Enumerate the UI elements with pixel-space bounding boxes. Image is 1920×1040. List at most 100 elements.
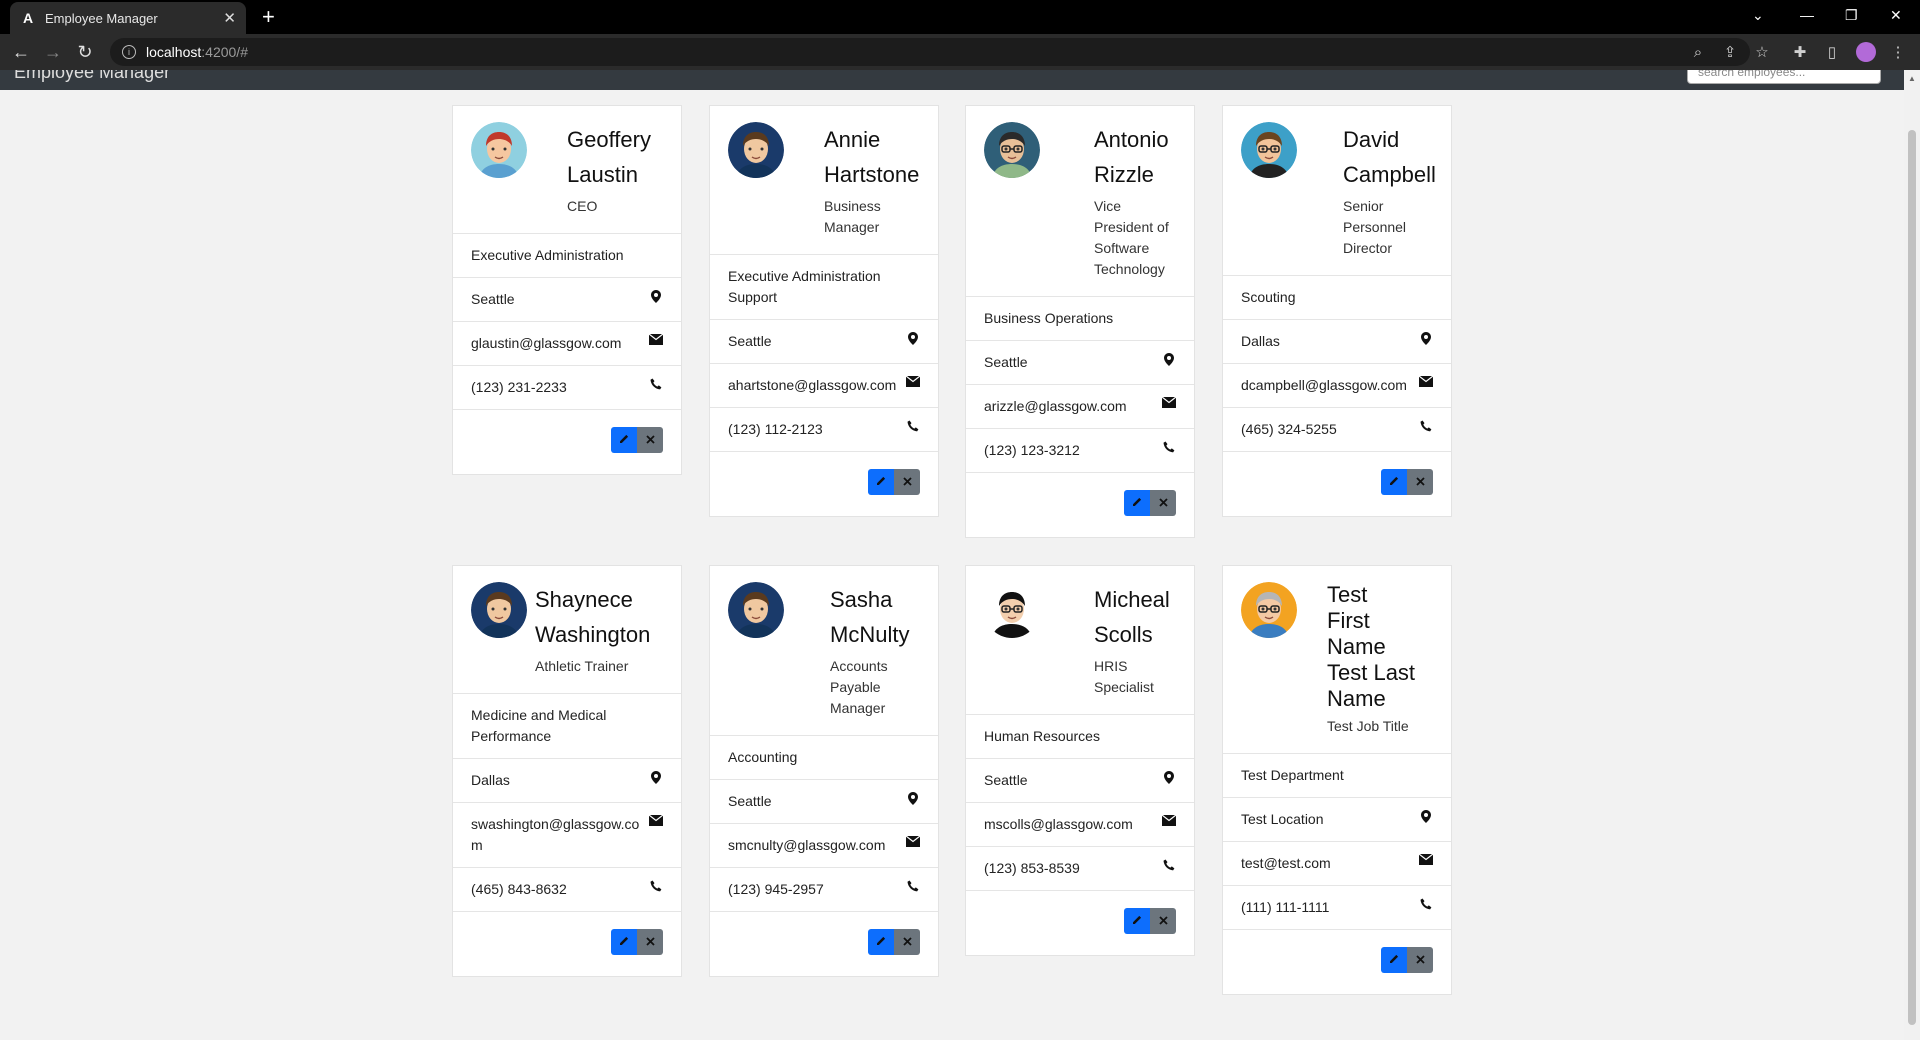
- employee-name-line: Annie: [824, 127, 881, 152]
- pencil-icon: [876, 933, 887, 951]
- employee-card-footer: [453, 410, 681, 474]
- employee-card: Sasha McNulty Accounts Payable Manager Acco…: [709, 565, 939, 977]
- close-icon: [1415, 951, 1425, 969]
- department-text: Business Operations: [984, 310, 1114, 326]
- edit-employee-button[interactable]: [611, 929, 637, 955]
- employee-card: Micheal Scolls HRIS Specialist Human Resour…: [965, 565, 1195, 956]
- employee-card-header: Sasha McNulty Accounts Payable Manager: [710, 566, 938, 736]
- page-scrollbar[interactable]: ▲: [1904, 70, 1920, 1040]
- employee-card-footer: [710, 452, 938, 516]
- edit-employee-button[interactable]: [1381, 947, 1407, 973]
- extensions-icon[interactable]: ✚: [1790, 42, 1810, 62]
- edit-employee-button[interactable]: [1124, 908, 1150, 934]
- new-tab-icon[interactable]: +: [262, 4, 275, 30]
- employee-name-line: Micheal: [1094, 587, 1170, 612]
- employee-avatar: [984, 582, 1040, 638]
- employee-job-title: Test Job Title: [1327, 718, 1409, 734]
- edit-employee-button[interactable]: [868, 929, 894, 955]
- department-text: Scouting: [1241, 289, 1296, 305]
- employee-phone: (111) 111-1111: [1223, 886, 1451, 930]
- delete-employee-button[interactable]: [1150, 908, 1176, 934]
- close-icon: [645, 431, 655, 449]
- email-text: smcnulty@glassgow.com: [728, 837, 886, 853]
- map-pin-icon: [1162, 353, 1176, 373]
- pencil-icon: [1389, 473, 1400, 491]
- email-text: swashington@glassgow.com: [471, 816, 640, 853]
- employee-location: Seattle: [966, 759, 1194, 803]
- employee-card: Test First Name Test Last Name Test Job Title…: [1222, 565, 1452, 995]
- zoom-icon[interactable]: ⌕: [1688, 42, 1708, 62]
- department-text: Executive Administration: [471, 247, 624, 263]
- employee-email: mscolls@glassgow.com: [966, 803, 1194, 847]
- close-tab-icon[interactable]: ✕: [223, 9, 236, 27]
- employee-search-input[interactable]: search employees...: [1687, 70, 1881, 84]
- site-info-icon[interactable]: i: [122, 45, 136, 59]
- employee-avatar: [728, 122, 784, 178]
- map-pin-icon: [649, 771, 663, 791]
- restore-icon[interactable]: ❐: [1845, 0, 1858, 30]
- employee-name-line: Rizzle: [1094, 162, 1154, 187]
- employee-card-footer: [710, 912, 938, 976]
- address-bar[interactable]: i localhost:4200/#: [110, 38, 1750, 66]
- phone-text: (123) 945-2957: [728, 881, 824, 897]
- edit-employee-button[interactable]: [868, 469, 894, 495]
- envelope-icon: [1419, 854, 1433, 874]
- employee-avatar: [728, 582, 784, 638]
- profile-avatar[interactable]: [1856, 42, 1876, 62]
- employee-name-line: Shaynece: [535, 587, 633, 612]
- delete-employee-button[interactable]: [894, 469, 920, 495]
- phone-icon: [1162, 859, 1176, 879]
- employee-avatar: [1241, 582, 1297, 638]
- employee-card-header: Antonio Rizzle Vice President of Software …: [966, 106, 1194, 297]
- tab-search-chevron-icon[interactable]: ⌄: [1752, 0, 1764, 30]
- employee-phone: (123) 123-3212: [966, 429, 1194, 473]
- close-icon: [645, 933, 655, 951]
- employee-name-line: Campbell: [1343, 162, 1436, 187]
- phone-text: (465) 843-8632: [471, 881, 567, 897]
- edit-employee-button[interactable]: [1381, 469, 1407, 495]
- employee-card: Shaynece Washington Athletic Trainer Medici…: [452, 565, 682, 977]
- employee-card-header: Shaynece Washington Athletic Trainer: [453, 566, 681, 694]
- delete-employee-button[interactable]: [637, 427, 663, 453]
- email-text: mscolls@glassgow.com: [984, 816, 1133, 832]
- bookmark-star-icon[interactable]: ☆: [1752, 42, 1772, 62]
- side-panel-icon[interactable]: ▯: [1822, 42, 1842, 62]
- employee-email: smcnulty@glassgow.com: [710, 824, 938, 868]
- location-text: Dallas: [1241, 333, 1280, 349]
- delete-employee-button[interactable]: [1150, 490, 1176, 516]
- employee-phone: (465) 324-5255: [1223, 408, 1451, 452]
- delete-employee-button[interactable]: [637, 929, 663, 955]
- close-window-icon[interactable]: ✕: [1890, 0, 1902, 30]
- tab-title: Employee Manager: [45, 10, 158, 26]
- app-brand[interactable]: Employee Manager: [14, 70, 170, 83]
- back-icon[interactable]: ←: [8, 39, 34, 65]
- url-path: :4200/#: [201, 44, 248, 60]
- email-text: glaustin@glassgow.com: [471, 335, 622, 351]
- employee-card-header: Micheal Scolls HRIS Specialist: [966, 566, 1194, 715]
- edit-employee-button[interactable]: [1124, 490, 1150, 516]
- share-icon[interactable]: ⇪: [1720, 42, 1740, 62]
- delete-employee-button[interactable]: [894, 929, 920, 955]
- employee-phone: (123) 853-8539: [966, 847, 1194, 891]
- minimize-icon[interactable]: —: [1800, 0, 1814, 30]
- employee-department: Scouting: [1223, 276, 1451, 320]
- employee-job-title: Vice President of Software Technology: [1094, 198, 1169, 277]
- scrollbar-thumb[interactable]: [1908, 130, 1916, 1025]
- employee-location: Seattle: [453, 278, 681, 322]
- browser-tab[interactable]: A Employee Manager ✕: [10, 2, 246, 34]
- reload-icon[interactable]: ↻: [72, 39, 98, 65]
- employee-job-title: CEO: [567, 198, 598, 214]
- employee-card: Annie Hartstone Business Manager Executive …: [709, 105, 939, 517]
- forward-icon[interactable]: →: [40, 39, 66, 65]
- pencil-icon: [876, 473, 887, 491]
- employee-department: Test Department: [1223, 754, 1451, 798]
- employee-name-line: McNulty: [830, 622, 910, 647]
- delete-employee-button[interactable]: [1407, 469, 1433, 495]
- menu-kebab-icon[interactable]: ⋮: [1888, 42, 1908, 62]
- scroll-up-icon[interactable]: ▲: [1908, 74, 1916, 83]
- edit-employee-button[interactable]: [611, 427, 637, 453]
- envelope-icon: [906, 376, 920, 396]
- employee-job-title: Senior Personnel Director: [1343, 198, 1407, 256]
- employee-email: glaustin@glassgow.com: [453, 322, 681, 366]
- delete-employee-button[interactable]: [1407, 947, 1433, 973]
